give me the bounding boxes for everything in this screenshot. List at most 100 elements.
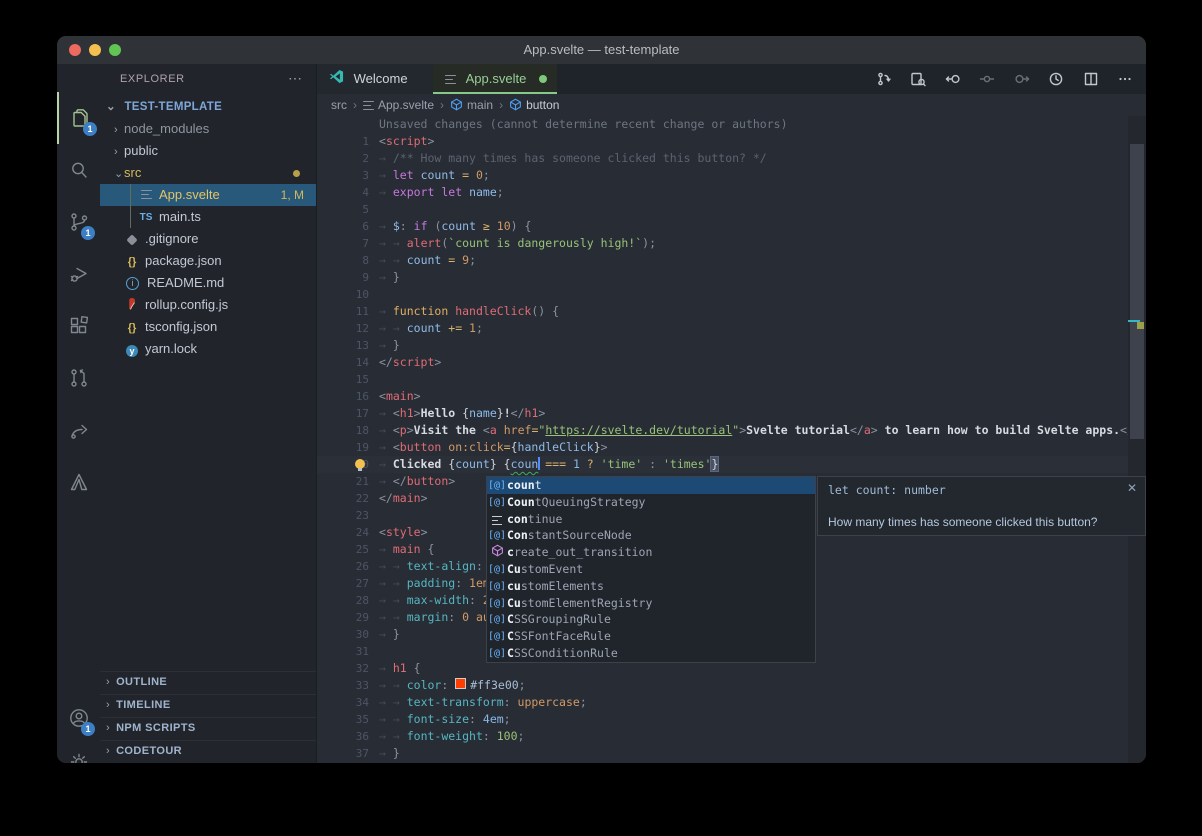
explorer-item-node-modules[interactable]: ›node_modules (100, 118, 316, 140)
activity-explorer[interactable]: 1 (57, 92, 102, 144)
line-number: 37 (317, 745, 369, 762)
code-line-8[interactable]: 8→ → count = 9; (317, 252, 1128, 269)
section-outline[interactable]: ›OUTLINE (100, 671, 316, 694)
suggest-item-customElements[interactable]: [@]customElements (487, 578, 815, 595)
suggest-item-CountQueuingStrategy[interactable]: [@]CountQueuingStrategy (487, 494, 815, 511)
suggest-item-CSSGroupingRule[interactable]: [@]CSSGroupingRule (487, 611, 815, 628)
token-ws: → (393, 678, 407, 692)
code-editor[interactable]: Unsaved changes (cannot determine recent… (317, 116, 1128, 763)
code-line-6[interactable]: 6→ $: if (count ≥ 10) { (317, 218, 1128, 235)
breadcrumb-button[interactable]: button (509, 98, 559, 112)
token-pn: < (393, 423, 400, 437)
section-timeline[interactable]: ›TIMELINE (100, 694, 316, 717)
code-line-16[interactable]: 16<main> (317, 388, 1128, 405)
split-editor-icon[interactable] (1076, 64, 1106, 94)
suggest-item-CustomEvent[interactable]: [@]CustomEvent (487, 561, 815, 578)
token-pn: ; (476, 321, 483, 335)
breadcrumb-src[interactable]: src (331, 98, 347, 112)
code-line-17[interactable]: 17→ <h1>Hello {name}!</h1> (317, 405, 1128, 422)
breadcrumb-app-svelte[interactable]: App.svelte (363, 98, 434, 112)
token-ws: → (379, 423, 393, 437)
suggest-item-ConstantSourceNode[interactable]: [@]ConstantSourceNode (487, 527, 815, 544)
code-line-3[interactable]: 3→ let count = 0; (317, 167, 1128, 184)
code-line-15[interactable]: 15 (317, 371, 1128, 388)
tab-app-svelte[interactable]: App.svelte (433, 64, 557, 94)
workspace-root-row[interactable]: ⌄ TEST-TEMPLATE (100, 96, 316, 118)
code-line-37[interactable]: 37→ } (317, 745, 1128, 762)
line-number: 12 (317, 320, 369, 337)
chevron-down-icon: ⌄ (114, 163, 124, 185)
chevron-right-icon: › (106, 722, 110, 734)
suggest-item-CustomElementRegistry[interactable]: [@]CustomElementRegistry (487, 595, 815, 612)
suggest-item-continue[interactable]: continue (487, 511, 815, 528)
token-pr: font-size (407, 712, 469, 726)
explorer-item-app-svelte[interactable]: App.svelte1, M (100, 184, 316, 206)
code-line-34[interactable]: 34→ → text-transform: uppercase; (317, 694, 1128, 711)
explorer-item-public[interactable]: ›public (100, 140, 316, 162)
current-change-icon[interactable] (972, 64, 1002, 94)
lightbulb-icon[interactable] (355, 459, 365, 469)
explorer-more-actions[interactable]: ⋯ (288, 64, 302, 92)
code-line-4[interactable]: 4→ export let name; (317, 184, 1128, 201)
activity-run-debug[interactable] (57, 248, 100, 300)
code-line-2[interactable]: 2→ /** How many times has someone clicke… (317, 150, 1128, 167)
activity-azure[interactable] (57, 456, 100, 508)
git-file-icon (124, 229, 140, 251)
suggest-item-count[interactable]: [@]count (487, 477, 815, 494)
title-bar[interactable]: App.svelte — test-template (57, 36, 1146, 65)
gitlens-annotations-icon[interactable] (869, 64, 899, 94)
explorer-item-src[interactable]: ⌄src (100, 162, 316, 184)
close-icon[interactable]: ✕ (1127, 481, 1137, 495)
activity-source-control[interactable]: 1 (57, 196, 100, 248)
explorer-item--gitignore[interactable]: .gitignore (100, 228, 316, 250)
code-line-12[interactable]: 12→ → count += 1; (317, 320, 1128, 337)
suggest-item-label: CustomElementRegistry (507, 596, 652, 610)
explorer-item-main-ts[interactable]: TSmain.ts (100, 206, 316, 228)
token-tg: a (490, 423, 497, 437)
suggest-item-create_out_transition[interactable]: create_out_transition (487, 544, 815, 561)
activity-pull-request[interactable] (57, 352, 100, 404)
section-npm-scripts[interactable]: ›NPM SCRIPTS (100, 717, 316, 740)
code-line-33[interactable]: 33→ → color: #ff3e00; (317, 677, 1128, 694)
line-number: 10 (317, 286, 369, 303)
token-tx: to learn how to build Svelte apps. (878, 423, 1120, 437)
code-line-9[interactable]: 9→ } (317, 269, 1128, 286)
editor-scrollbar[interactable] (1128, 116, 1146, 763)
more-actions-icon[interactable] (1110, 64, 1140, 94)
activity-settings[interactable] (57, 736, 100, 763)
code-line-1[interactable]: 1<script> (317, 133, 1128, 150)
activity-live-share[interactable] (57, 404, 100, 456)
code-line-13[interactable]: 13→ } (317, 337, 1128, 354)
activity-extensions[interactable] (57, 300, 100, 352)
code-line-5[interactable]: 5 (317, 201, 1128, 218)
breadcrumb-main[interactable]: main (450, 98, 493, 112)
code-line-7[interactable]: 7→ → alert(`count is dangerously high!`)… (317, 235, 1128, 252)
explorer-item-yarn-lock[interactable]: yyarn.lock (100, 338, 316, 360)
section-codetour[interactable]: ›CODETOUR (100, 740, 316, 763)
code-line-20[interactable]: 20→ Clicked {count} {coun === 1 ? 'time'… (317, 456, 1128, 473)
code-line-35[interactable]: 35→ → font-size: 4em; (317, 711, 1128, 728)
explorer-item-readme-md[interactable]: iREADME.md (100, 272, 316, 294)
code-line-19[interactable]: 19→ <button on:click={handleClick}> (317, 439, 1128, 456)
open-changes-icon[interactable] (903, 64, 933, 94)
token-tg: button (400, 440, 442, 454)
file-history-icon[interactable] (1041, 64, 1071, 94)
modified-dot-icon[interactable] (539, 75, 547, 83)
explorer-item-rollup-config-js[interactable]: rollup.config.js (100, 294, 316, 316)
previous-change-icon[interactable] (938, 64, 968, 94)
code-line-11[interactable]: 11→ function handleClick() { (317, 303, 1128, 320)
explorer-item-package-json[interactable]: {}package.json (100, 250, 316, 272)
code-line-18[interactable]: 18→ <p>Visit the <a href="https://svelte… (317, 422, 1128, 439)
token-tg: h1 (393, 661, 407, 675)
code-line-14[interactable]: 14</script> (317, 354, 1128, 371)
code-line-36[interactable]: 36→ → font-weight: 100; (317, 728, 1128, 745)
tab-welcome[interactable]: Welcome (317, 64, 433, 94)
suggest-item-CSSConditionRule[interactable]: [@]CSSConditionRule (487, 645, 815, 662)
token-ws: → (379, 304, 393, 318)
suggest-item-CSSFontFaceRule[interactable]: [@]CSSFontFaceRule (487, 628, 815, 645)
scrollbar-slider[interactable] (1130, 144, 1144, 439)
code-line-10[interactable]: 10 (317, 286, 1128, 303)
next-change-icon[interactable] (1007, 64, 1037, 94)
activity-search[interactable] (57, 144, 100, 196)
explorer-item-tsconfig-json[interactable]: {}tsconfig.json (100, 316, 316, 338)
